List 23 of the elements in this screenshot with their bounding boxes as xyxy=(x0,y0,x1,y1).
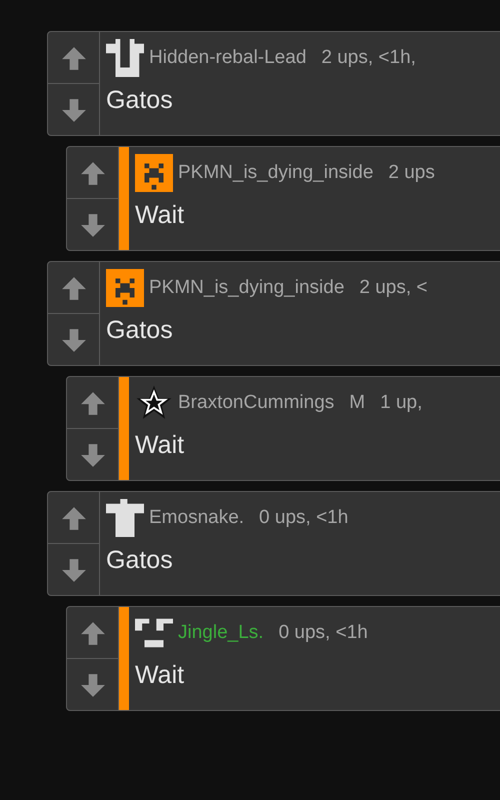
comment-meta: 1 up, xyxy=(380,392,422,414)
avatar-icon xyxy=(106,269,144,307)
comment-text: Wait xyxy=(135,201,186,230)
username[interactable]: Hidden-rebal-Lead xyxy=(149,47,306,69)
comment-meta: 2 ups, <1h, xyxy=(321,47,416,69)
comment-text: Gatos xyxy=(106,86,174,115)
comment-text: Wait xyxy=(135,661,186,690)
avatar-icon xyxy=(106,39,144,77)
avatar-icon xyxy=(135,154,173,192)
comment-text: Gatos xyxy=(106,316,174,345)
username[interactable]: PKMN_is_dying_inside xyxy=(149,277,344,299)
user-flag-label: M xyxy=(349,392,366,414)
comment-meta: 2 ups, < xyxy=(359,277,428,299)
comment-meta: 0 ups, <1h xyxy=(259,507,348,529)
username[interactable]: BraxtonCummings xyxy=(178,392,334,414)
username[interactable]: Emosnake. xyxy=(149,507,244,529)
comment-text: Wait xyxy=(135,431,186,460)
username[interactable]: PKMN_is_dying_inside xyxy=(178,162,374,184)
avatar-icon xyxy=(106,499,144,537)
comment-text: Gatos xyxy=(106,546,174,575)
comment-meta: 0 ups, <1h xyxy=(278,622,368,644)
comment-meta: 2 ups xyxy=(388,162,435,184)
username[interactable]: Jingle_Ls. xyxy=(178,622,264,644)
